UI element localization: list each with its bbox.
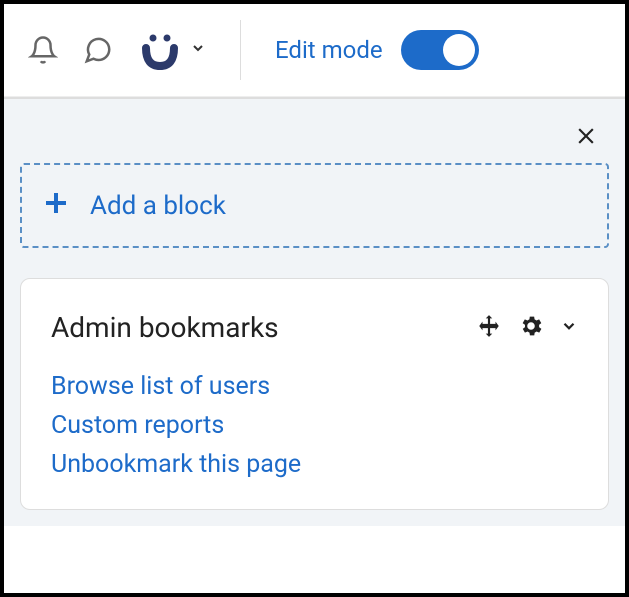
topbar: Edit mode — [4, 4, 625, 97]
admin-bookmarks-block: Admin bookmarks — [20, 278, 609, 510]
gear-icon[interactable] — [518, 313, 544, 343]
bell-icon[interactable] — [28, 35, 58, 65]
avatar — [138, 28, 182, 72]
block-drawer: Add a block Admin bookmarks — [4, 97, 625, 526]
add-block-label: Add a block — [90, 191, 226, 221]
drawer-close-row — [20, 119, 609, 163]
user-menu[interactable] — [138, 28, 206, 72]
chat-icon[interactable] — [82, 35, 114, 65]
divider — [240, 20, 241, 80]
edit-mode-toggle[interactable] — [401, 30, 479, 70]
link-unbookmark[interactable]: Unbookmark this page — [51, 450, 578, 479]
block-title: Admin bookmarks — [51, 311, 279, 344]
edit-mode-label: Edit mode — [275, 36, 383, 64]
plus-icon — [44, 189, 68, 222]
add-block-button[interactable]: Add a block — [20, 163, 609, 248]
block-links: Browse list of users Custom reports Unbo… — [51, 372, 578, 479]
move-icon[interactable] — [476, 313, 502, 343]
chevron-down-icon[interactable] — [560, 317, 578, 339]
chevron-down-icon — [190, 40, 206, 60]
link-custom-reports[interactable]: Custom reports — [51, 411, 578, 440]
link-browse-users[interactable]: Browse list of users — [51, 372, 578, 401]
edit-mode-control: Edit mode — [275, 30, 479, 70]
block-header: Admin bookmarks — [51, 311, 578, 344]
topbar-left — [28, 28, 206, 72]
toggle-knob — [443, 34, 475, 66]
block-actions — [476, 313, 578, 343]
close-icon[interactable] — [573, 123, 599, 153]
